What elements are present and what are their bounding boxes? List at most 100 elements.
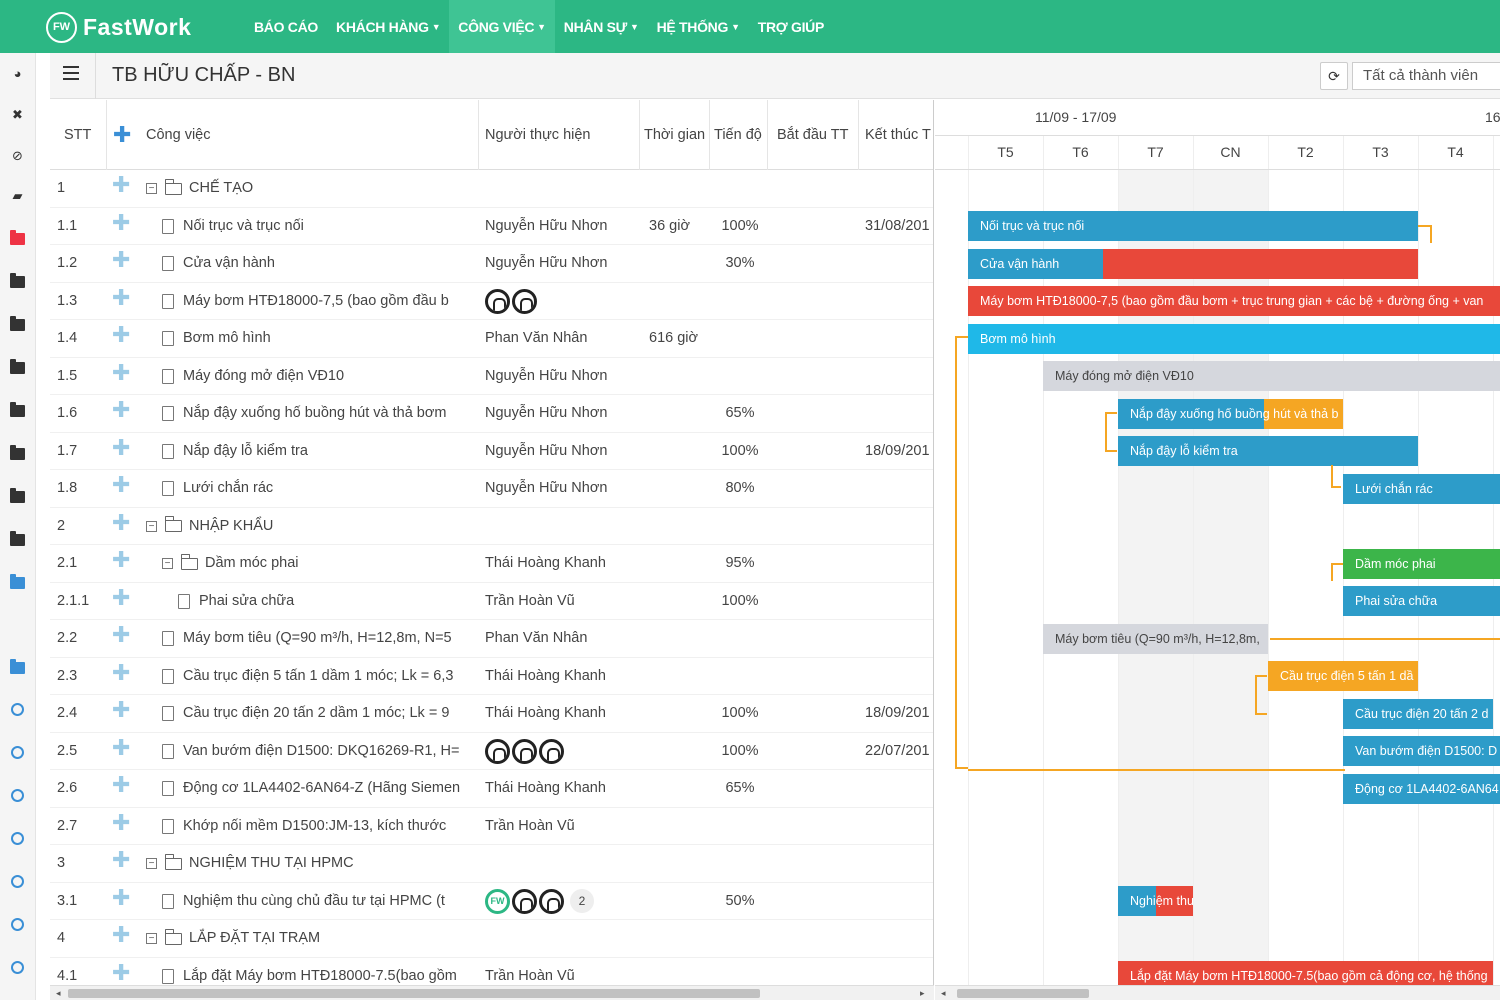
task-name[interactable]: − CHẾ TẠO (146, 170, 478, 207)
circle-icon[interactable] (11, 789, 24, 802)
table-row[interactable]: 1.3 ✚ Máy bơm HTĐ18000-7,5 (bao gồm đầu b (50, 283, 933, 320)
folder-icon[interactable] (10, 230, 25, 245)
avatar[interactable]: FW (485, 888, 510, 914)
app-logo[interactable]: FW FastWork (46, 11, 191, 43)
add-subtask-button[interactable]: ✚ (112, 658, 132, 695)
circle-icon[interactable] (11, 746, 24, 759)
ban-icon[interactable]: ⊘ (10, 149, 25, 162)
scroll-thumb[interactable] (68, 989, 760, 998)
add-subtask-button[interactable]: ✚ (112, 208, 132, 245)
hamburger-icon[interactable] (63, 66, 79, 80)
member-filter-select[interactable]: Tất cả thành viên (1352, 62, 1500, 90)
add-subtask-button[interactable]: ✚ (112, 845, 132, 882)
table-row[interactable]: 1.8 ✚ Lưới chắn rác Nguyễn Hữu Nhơn 80% (50, 470, 933, 508)
scroll-thumb[interactable] (957, 989, 1089, 998)
nav-item[interactable]: NHÂN SỰ ▼ (555, 0, 648, 53)
folder-icon[interactable] (10, 488, 25, 503)
gantt-bar[interactable]: Lưới chắn rác (1343, 473, 1500, 504)
col-task[interactable]: Công việc (140, 100, 479, 170)
col-time[interactable]: Thời gian (640, 100, 710, 170)
col-stt[interactable]: STT (50, 100, 107, 170)
gantt-bar[interactable]: Cầu trục điện 5 tấn 1 dầ (1268, 661, 1418, 691)
table-row[interactable]: 2.4 ✚ Cầu trục điện 20 tấn 2 dầm 1 móc; Lk… (50, 695, 933, 733)
scroll-left-icon[interactable]: ◂ (941, 986, 946, 1000)
scroll-right-icon[interactable]: ▸ (920, 986, 925, 1000)
assignee[interactable] (485, 733, 640, 770)
gantt-bar[interactable]: Cầu trục điện 20 tấn 2 d (1343, 698, 1493, 729)
table-row[interactable]: 2.1 ✚ − Dầm móc phai Thái Hoàng Khanh 95% (50, 545, 933, 583)
table-row[interactable]: 3 ✚ − NGHIỆM THU TẠI HPMC (50, 845, 933, 883)
avatar[interactable] (485, 288, 510, 314)
collapse-toggle-icon[interactable]: − (146, 933, 157, 944)
avatar-more-count[interactable]: 2 (570, 889, 594, 913)
table-row[interactable]: 1.5 ✚ Máy đóng mở điện VĐ10 Nguyễn Hữu Nhơn (50, 358, 933, 395)
add-subtask-button[interactable]: ✚ (112, 245, 132, 282)
dashboard-icon[interactable]: ◕ (10, 67, 25, 80)
task-name[interactable]: Van bướm điện D1500: DKQ16269-R1, H= (146, 733, 478, 770)
add-subtask-button[interactable]: ✚ (112, 470, 132, 507)
collapse-toggle-icon[interactable]: − (146, 858, 157, 869)
folder-icon[interactable] (10, 445, 25, 460)
circle-icon[interactable] (11, 832, 24, 845)
gantt-bar[interactable]: Phai sửa chữa (1343, 586, 1500, 616)
gantt-bar[interactable]: Máy bơm tiêu (Q=90 m³/h, H=12,8m, (1043, 623, 1268, 654)
task-name[interactable]: − NHẬP KHẨU (146, 508, 478, 545)
folder-icon[interactable] (10, 273, 25, 288)
folder-icon[interactable] (10, 316, 25, 331)
add-subtask-button[interactable]: ✚ (112, 433, 132, 470)
task-name[interactable]: Nối trục và trục nối (146, 208, 478, 245)
table-row[interactable]: 1 ✚ − CHẾ TẠO (50, 170, 933, 208)
add-subtask-button[interactable]: ✚ (112, 958, 132, 986)
gantt-bar[interactable]: Cửa vận hành (968, 248, 1418, 279)
gantt-bar[interactable]: Động cơ 1LA4402-6AN64 (1343, 773, 1500, 804)
add-subtask-button[interactable]: ✚ (112, 283, 132, 320)
task-name[interactable]: Máy bơm tiêu (Q=90 m³/h, H=12,8m, N=5 (146, 620, 478, 657)
nav-item[interactable]: TRỢ GIÚP (749, 0, 833, 53)
collapse-toggle-icon[interactable]: − (162, 558, 173, 569)
assignee[interactable]: FW 2 (485, 883, 640, 920)
collapse-toggle-icon[interactable]: − (146, 520, 157, 532)
gantt-bar[interactable]: Nghiệm thu (1118, 886, 1193, 916)
circle-icon[interactable] (11, 875, 24, 888)
gantt-bar[interactable]: Van bướm điện D1500: D (1343, 736, 1500, 766)
gantt-bar[interactable]: Nắp đậy lỗ kiểm tra (1118, 436, 1418, 466)
add-subtask-button[interactable]: ✚ (112, 320, 132, 357)
table-row[interactable]: 3.1 ✚ Nghiệm thu cùng chủ đầu tư tại HPMC … (50, 883, 933, 920)
task-name[interactable]: Nghiệm thu cùng chủ đầu tư tại HPMC (t (146, 883, 478, 920)
gantt-bar[interactable]: Bơm mô hình (968, 323, 1500, 354)
table-row[interactable]: 4.1 ✚ Lắp đặt Máy bơm HTĐ18000-7.5(bao gồm… (50, 958, 933, 986)
table-row[interactable]: 1.7 ✚ Nắp đậy lỗ kiểm tra Nguyễn Hữu Nhơn 10… (50, 433, 933, 470)
table-row[interactable]: 2.2 ✚ Máy bơm tiêu (Q=90 m³/h, H=12,8m, N=… (50, 620, 933, 658)
add-subtask-button[interactable]: ✚ (112, 508, 132, 545)
grid-horizontal-scrollbar[interactable]: ◂ ▸ (50, 985, 934, 1000)
circle-icon[interactable] (11, 961, 24, 974)
add-subtask-button[interactable]: ✚ (112, 583, 132, 620)
add-subtask-button[interactable]: ✚ (112, 808, 132, 845)
avatar[interactable] (539, 888, 564, 914)
table-row[interactable]: 2.3 ✚ Cầu trục điện 5 tấn 1 dầm 1 móc; Lk … (50, 658, 933, 695)
task-name[interactable]: Nắp đậy xuống hố buồng hút và thả bơm (146, 395, 478, 432)
folder-icon[interactable] (10, 402, 25, 417)
task-name[interactable]: Khớp nối mềm D1500:JM-13, kích thước (146, 808, 478, 845)
nav-item[interactable]: CÔNG VIỆC ▼ (449, 0, 555, 53)
add-subtask-button[interactable]: ✚ (112, 733, 132, 770)
col-progress[interactable]: Tiến độ (710, 100, 768, 170)
collapse-toggle-icon[interactable]: − (146, 183, 157, 194)
avatar[interactable] (485, 738, 510, 764)
scroll-left-icon[interactable]: ◂ (56, 986, 61, 1000)
add-task-button[interactable]: ✚ (107, 100, 144, 170)
add-subtask-button[interactable]: ✚ (112, 695, 132, 732)
nav-item[interactable]: BÁO CÁO (245, 0, 327, 53)
table-row[interactable]: 1.1 ✚ Nối trục và trục nối Nguyễn Hữu Nhơn 3… (50, 208, 933, 245)
table-row[interactable]: 2.1.1 ✚ Phai sửa chữa Trần Hoàn Vũ 100% (50, 583, 933, 620)
table-row[interactable]: 1.4 ✚ Bơm mô hình Phan Văn Nhân 616 giờ (50, 320, 933, 358)
add-subtask-button[interactable]: ✚ (112, 170, 132, 207)
avatar[interactable] (512, 288, 537, 314)
folder-icon[interactable] (10, 359, 25, 374)
table-row[interactable]: 1.6 ✚ Nắp đậy xuống hố buồng hút và thả bơ… (50, 395, 933, 433)
task-name[interactable]: Cầu trục điện 20 tấn 2 dầm 1 móc; Lk = 9 (146, 695, 478, 732)
gantt-bar[interactable]: Dầm móc phai (1343, 548, 1500, 579)
folder-icon[interactable] (10, 531, 25, 546)
table-row[interactable]: 2.5 ✚ Van bướm điện D1500: DKQ16269-R1, H=… (50, 733, 933, 770)
circle-icon[interactable] (11, 703, 24, 716)
